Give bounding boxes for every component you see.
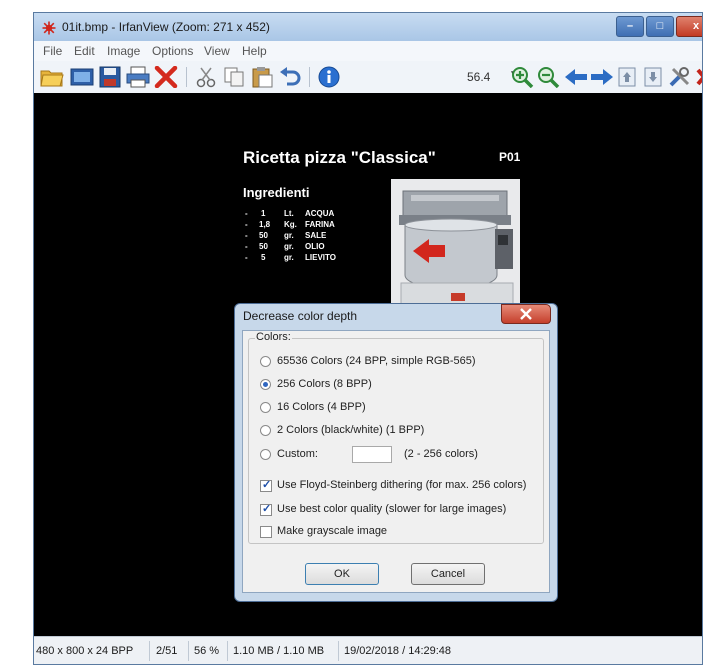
irfanview-app-icon[interactable] bbox=[42, 21, 56, 35]
undo-icon[interactable] bbox=[278, 66, 302, 88]
previous-icon[interactable] bbox=[564, 66, 588, 88]
status-dimensions: 480 x 800 x 24 BPP bbox=[36, 645, 134, 657]
recipe-title: Ricetta pizza "Classica" bbox=[243, 148, 436, 167]
first-page-icon[interactable] bbox=[616, 66, 640, 88]
radio-button[interactable] bbox=[260, 402, 271, 413]
status-separator bbox=[149, 641, 150, 661]
zoom-value: 56.4 bbox=[467, 70, 491, 84]
radio-button[interactable] bbox=[260, 449, 271, 460]
custom-colors-hint: (2 - 256 colors) bbox=[404, 448, 478, 460]
last-page-icon[interactable] bbox=[642, 66, 666, 88]
status-datetime: 19/02/2018 / 14:29:48 bbox=[344, 645, 452, 657]
save-icon[interactable] bbox=[98, 66, 122, 88]
status-separator bbox=[227, 641, 228, 661]
toolbar-separator bbox=[186, 67, 187, 87]
custom-colors-input[interactable] bbox=[352, 446, 392, 463]
exit-icon[interactable] bbox=[694, 66, 702, 88]
dialog-title: Decrease color depth bbox=[243, 309, 358, 323]
maximize-button[interactable]: □ bbox=[646, 16, 674, 37]
slideshow-icon[interactable] bbox=[70, 66, 94, 88]
ok-button[interactable]: OK bbox=[305, 563, 379, 585]
radio-button[interactable] bbox=[260, 356, 271, 367]
status-file-size: 1.10 MB / 1.10 MB bbox=[233, 645, 325, 657]
copy-icon[interactable] bbox=[222, 66, 246, 88]
radio-button[interactable] bbox=[260, 425, 271, 436]
dialog-close-button[interactable] bbox=[501, 304, 551, 324]
menu-bar: File Edit Image Options View Help bbox=[34, 41, 702, 62]
menu-edit[interactable]: Edit bbox=[74, 44, 95, 58]
menu-options[interactable]: Options bbox=[152, 44, 193, 58]
cancel-button[interactable]: Cancel bbox=[411, 563, 485, 585]
print-icon[interactable] bbox=[126, 66, 150, 88]
close-icon bbox=[520, 308, 532, 320]
menu-help[interactable]: Help bbox=[242, 44, 267, 58]
dialog-body: Colors: 65536 Colors (24 BPP, simple RGB… bbox=[242, 330, 550, 593]
toolbar: 56.4 ▼ bbox=[34, 61, 702, 94]
colors-group: Colors: 65536 Colors (24 BPP, simple RGB… bbox=[248, 331, 544, 544]
toolbar-separator bbox=[309, 67, 310, 87]
cut-icon[interactable] bbox=[194, 66, 218, 88]
status-bar: 480 x 800 x 24 BPP 2/51 56 % 1.10 MB / 1… bbox=[34, 636, 702, 664]
checkbox-checked[interactable] bbox=[260, 502, 272, 516]
image-canvas[interactable]: Ricetta pizza "Classica" P01 Ingredienti… bbox=[34, 93, 702, 636]
checkbox-checked[interactable] bbox=[260, 478, 272, 492]
window-title: 01it.bmp - IrfanView (Zoom: 271 x 452) bbox=[62, 20, 270, 34]
status-zoom: 56 % bbox=[194, 645, 220, 657]
colors-group-label: Colors: bbox=[255, 331, 292, 343]
close-button[interactable]: x bbox=[676, 16, 702, 37]
radio-button-selected[interactable] bbox=[260, 379, 271, 390]
zoom-out-icon[interactable] bbox=[536, 66, 560, 88]
decrease-color-depth-dialog: Decrease color depth Colors: 65536 Color… bbox=[234, 303, 558, 602]
zoom-in-icon[interactable] bbox=[510, 66, 534, 88]
settings-icon[interactable] bbox=[668, 66, 692, 88]
open-folder-icon[interactable] bbox=[40, 66, 64, 88]
irfanview-window: 01it.bmp - IrfanView (Zoom: 271 x 452) –… bbox=[33, 12, 703, 665]
menu-image[interactable]: Image bbox=[107, 44, 140, 58]
ingredients-heading: Ingredienti bbox=[243, 185, 310, 200]
info-icon[interactable] bbox=[317, 66, 341, 88]
status-separator bbox=[188, 641, 189, 661]
title-bar: 01it.bmp - IrfanView (Zoom: 271 x 452) –… bbox=[34, 13, 702, 41]
delete-icon[interactable] bbox=[154, 66, 178, 88]
paste-icon[interactable] bbox=[250, 66, 274, 88]
radio-custom[interactable]: Custom: (2 - 256 colors) bbox=[260, 446, 520, 464]
recipe-code: P01 bbox=[499, 150, 521, 164]
minimize-button[interactable]: – bbox=[616, 16, 644, 37]
menu-file[interactable]: File bbox=[43, 44, 62, 58]
dough-mixer-photo bbox=[391, 179, 520, 320]
next-icon[interactable] bbox=[590, 66, 614, 88]
status-separator bbox=[338, 641, 339, 661]
status-page: 2/51 bbox=[156, 645, 178, 657]
menu-view[interactable]: View bbox=[204, 44, 230, 58]
checkbox-unchecked[interactable] bbox=[260, 526, 272, 538]
